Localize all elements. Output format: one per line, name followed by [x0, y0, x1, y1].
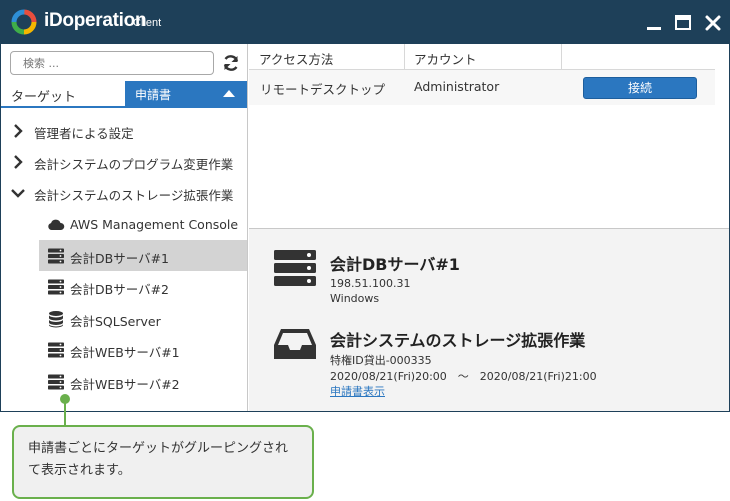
tree-group-label: 管理者による設定 — [34, 126, 134, 141]
minimize-icon[interactable] — [643, 12, 665, 34]
tree-item-label: 会計DBサーバ#2 — [70, 282, 170, 297]
app-brand-sub: Client — [133, 17, 162, 29]
target-tab-label[interactable]: ターゲット — [11, 86, 76, 105]
chevron-down-icon — [11, 189, 25, 198]
tree-item-db-server-1[interactable]: 会計DBサーバ#1 — [1, 240, 247, 271]
account-cell: Administrator — [414, 79, 500, 94]
tree-item-label: AWS Management Console — [70, 217, 239, 232]
tree-item-sqlserver[interactable]: 会計SQLServer — [1, 303, 247, 334]
title-bar: iDoperation Client — [1, 1, 729, 44]
maximize-icon[interactable] — [672, 12, 694, 34]
app-window: iDoperation Client ターゲット 申請書 — [0, 0, 730, 412]
target-panel: ターゲット 申請書 管理者による設定 会計システムのプログラム変更作業 会計シス… — [1, 44, 248, 411]
cloud-icon — [48, 219, 65, 230]
server-icon — [48, 374, 64, 390]
inbox-tray-icon — [274, 329, 316, 359]
idoperation-logo-icon — [11, 9, 37, 35]
tree-item-label: 会計DBサーバ#1 — [70, 251, 170, 266]
server-os: Windows — [330, 292, 380, 305]
column-separator — [561, 44, 562, 70]
tree-group-admin-settings[interactable]: 管理者による設定 — [1, 115, 247, 146]
tree-item-aws-console[interactable]: AWS Management Console — [1, 209, 247, 240]
explanation-callout: 申請書ごとにターゲットがグルーピングされて表示されます。 — [12, 425, 314, 499]
tree-group-label: 会計システムのストレージ拡張作業 — [34, 188, 234, 203]
server-title: 会計DBサーバ#1 — [330, 255, 460, 274]
tree-item-label: 会計SQLServer — [70, 314, 161, 329]
collapse-up-icon — [223, 90, 235, 97]
database-icon — [49, 311, 63, 328]
refresh-icon[interactable] — [221, 53, 241, 73]
server-icon — [48, 279, 64, 295]
column-separator — [404, 44, 405, 70]
request-period: 2020/08/21(Fri)20:00 ～ 2020/08/21(Fri)21… — [330, 370, 597, 383]
detail-panel: 会計DBサーバ#1 198.51.100.31 Windows 会計システムのス… — [249, 228, 729, 411]
form-tab[interactable]: 申請書 — [125, 81, 247, 106]
column-header-access-method: アクセス方法 — [259, 52, 334, 67]
chevron-right-icon — [14, 155, 23, 169]
tab-divider — [1, 106, 247, 108]
tree-item-label: 会計WEBサーバ#2 — [70, 377, 180, 392]
request-title: 会計システムのストレージ拡張作業 — [330, 331, 586, 350]
tree-item-db-server-2[interactable]: 会計DBサーバ#2 — [1, 271, 247, 302]
tree-item-label: 会計WEBサーバ#1 — [70, 345, 180, 360]
server-icon — [48, 342, 64, 358]
column-header-action — [563, 44, 579, 70]
chevron-right-icon — [14, 124, 23, 138]
server-icon — [274, 250, 316, 286]
tree-group-program-change[interactable]: 会計システムのプログラム変更作業 — [1, 146, 247, 177]
tree-group-storage-expansion[interactable]: 会計システムのストレージ拡張作業 — [1, 177, 247, 208]
access-method-cell: リモートデスクトップ — [260, 82, 386, 97]
connect-button[interactable]: 接続 — [583, 77, 697, 99]
tree-group-label: 会計システムのプログラム変更作業 — [34, 157, 234, 172]
search-input[interactable] — [10, 51, 214, 75]
close-icon[interactable] — [702, 12, 724, 34]
app-brand: iDoperation — [44, 10, 147, 31]
server-icon — [48, 248, 64, 264]
privilege-id: 特権ID貸出-000335 — [330, 354, 432, 367]
callout-stem — [64, 398, 66, 426]
view-request-link[interactable]: 申請書表示 — [330, 383, 385, 399]
tree-item-web-server-2[interactable]: 会計WEBサーバ#2 — [1, 366, 247, 397]
tree-item-web-server-1[interactable]: 会計WEBサーバ#1 — [1, 334, 247, 365]
form-tab-label: 申請書 — [135, 88, 172, 102]
server-ip: 198.51.100.31 — [330, 277, 411, 290]
column-header-account: アカウント — [414, 52, 477, 67]
